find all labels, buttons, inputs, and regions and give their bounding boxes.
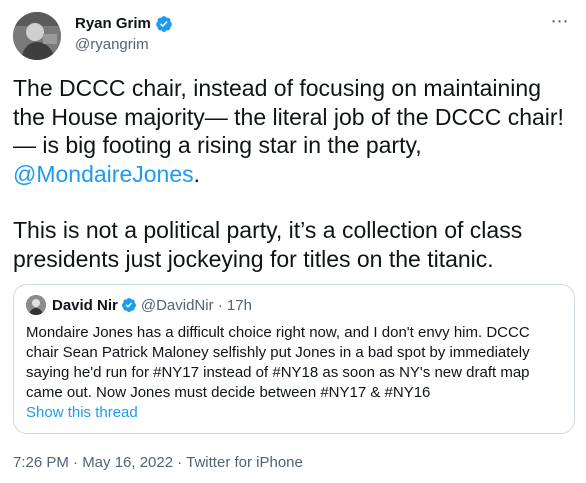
quoted-author-avatar xyxy=(26,295,46,315)
more-options-icon[interactable]: ⋯ xyxy=(548,12,572,34)
tweet-timestamp[interactable]: 7:26 PM · May 16, 2022 · Twitter for iPh… xyxy=(13,454,303,472)
author-avatar[interactable] xyxy=(13,12,61,60)
tweet-paragraph-1: The DCCC chair, instead of focusing on m… xyxy=(13,74,575,188)
author-name[interactable]: Ryan Grim xyxy=(75,15,173,33)
show-thread-link[interactable]: Show this thread xyxy=(26,403,138,423)
verified-badge-icon xyxy=(155,15,173,33)
mention-link[interactable]: @MondaireJones xyxy=(13,161,194,187)
quoted-tweet-header: David Nir @DavidNir · 17h xyxy=(26,295,252,315)
tweet-paragraph-1-text: The DCCC chair, instead of focusing on m… xyxy=(13,75,564,158)
author-name-label: Ryan Grim xyxy=(75,15,151,32)
tweet-paragraph-1-end: . xyxy=(193,160,200,187)
verified-badge-icon xyxy=(121,297,137,313)
quoted-tweet[interactable]: David Nir @DavidNir · 17h Mondaire Jones… xyxy=(13,284,575,434)
quoted-author-handle-time: @DavidNir · 17h xyxy=(140,296,252,314)
tweet-text: The DCCC chair, instead of focusing on m… xyxy=(13,74,575,273)
quoted-author-name: David Nir xyxy=(52,296,118,314)
quoted-tweet-text: Mondaire Jones has a difficult choice ri… xyxy=(26,324,530,401)
tweet-paragraph-2: This is not a political party, it’s a co… xyxy=(13,217,523,272)
author-handle[interactable]: @ryangrim xyxy=(75,36,149,54)
tweet-header: Ryan Grim @ryangrim ⋯ xyxy=(13,12,572,60)
tweet-card: Ryan Grim @ryangrim ⋯ The DCCC chair, in… xyxy=(0,0,586,483)
